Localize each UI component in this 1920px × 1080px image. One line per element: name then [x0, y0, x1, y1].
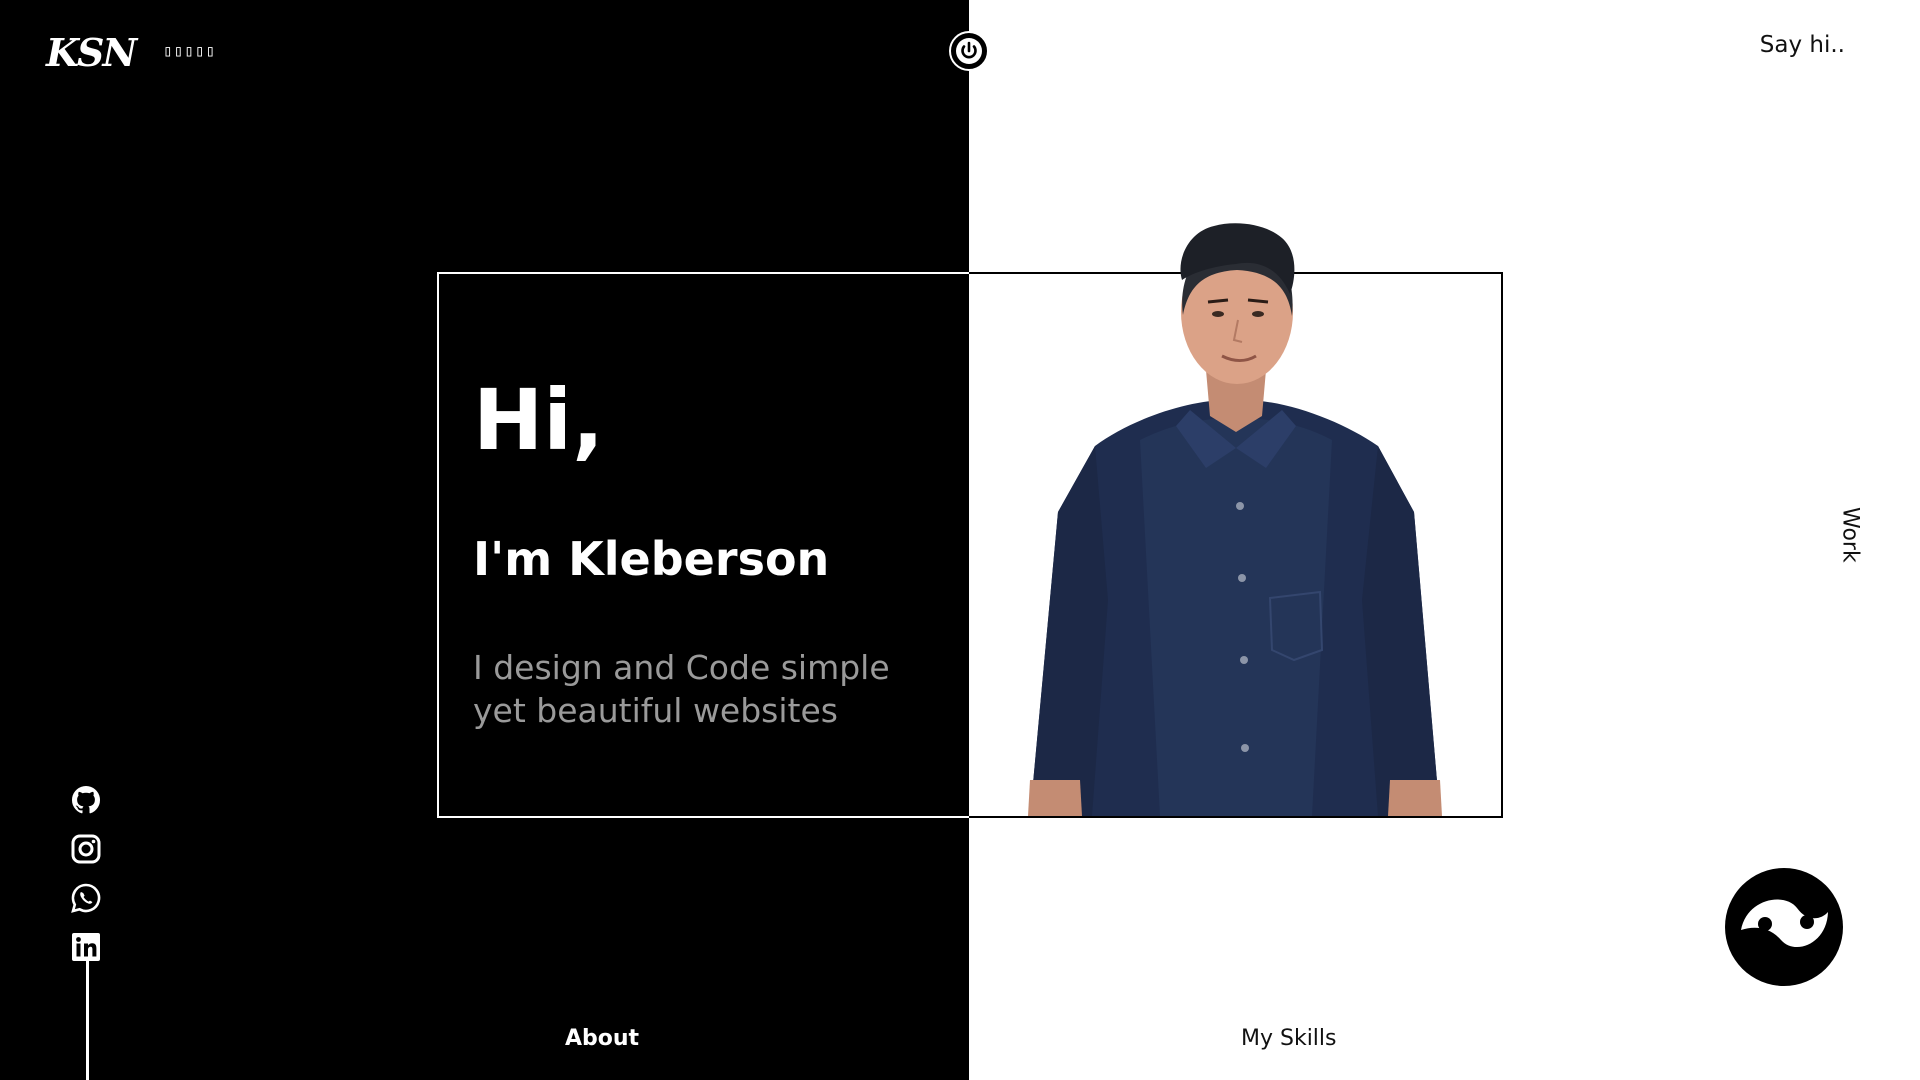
whatsapp-icon[interactable] [70, 882, 102, 914]
social-divider-line [86, 958, 89, 1080]
say-hi-link[interactable]: Say hi.. [1760, 32, 1845, 58]
work-link[interactable]: Work [1830, 500, 1870, 570]
nav-about-link[interactable]: About [565, 1026, 639, 1051]
hero-name: I'm Kleberson [473, 532, 830, 586]
hero-greeting: Hi, [473, 371, 605, 469]
nav-skills-link[interactable]: My Skills [1241, 1026, 1337, 1051]
logo-subtext: ▯▯▯▯▯ [163, 41, 217, 60]
hero-tagline: I design and Code simple yet beautiful w… [473, 648, 890, 730]
yin-yang-icon[interactable] [1725, 868, 1843, 986]
hero-card-left: Hi, I'm Kleberson I design and Code simp… [437, 272, 970, 818]
social-links [70, 784, 106, 980]
avatar-illustration [1028, 223, 1442, 816]
power-button[interactable] [949, 31, 989, 71]
github-icon[interactable] [70, 784, 102, 816]
power-icon [956, 38, 982, 64]
site-logo[interactable]: KSN [46, 30, 137, 76]
instagram-icon[interactable] [70, 833, 102, 865]
